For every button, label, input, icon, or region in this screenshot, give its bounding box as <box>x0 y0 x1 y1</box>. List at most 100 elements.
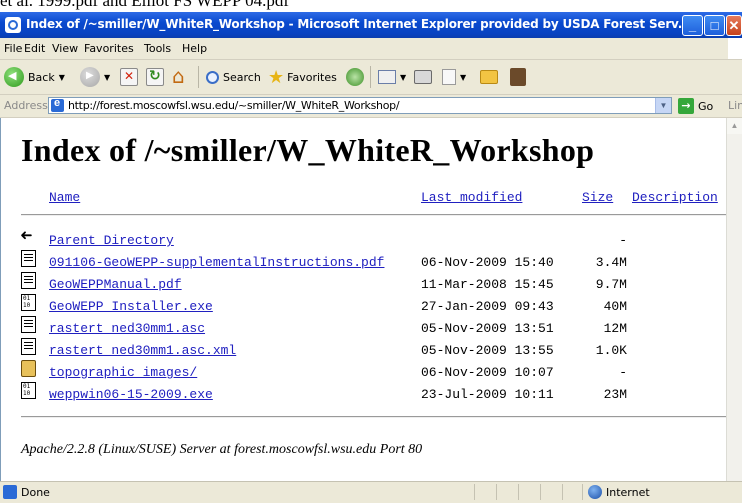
mail-icon <box>378 70 396 84</box>
home-button[interactable] <box>172 64 190 89</box>
address-field[interactable]: http://forest.moscowfsl.wsu.edu/~smiller… <box>48 97 672 114</box>
file-date: 06-Nov-2009 15:40 <box>421 255 554 270</box>
menu-favorites[interactable]: Favorites <box>84 42 134 55</box>
address-bar: Address http://forest.moscowfsl.wsu.edu/… <box>0 95 742 118</box>
file-link[interactable]: 091106-GeoWEPP-supplementalInstructions.… <box>49 255 384 270</box>
print-icon <box>414 70 432 84</box>
refresh-button[interactable] <box>146 65 164 89</box>
status-pane-divider <box>496 484 497 500</box>
refresh-icon <box>146 68 164 86</box>
file-link[interactable]: rastert_ned30mm1.asc.xml <box>49 343 236 358</box>
folder-link[interactable]: topographic_images/ <box>49 365 197 380</box>
background-document-line: et al. 1999.pdf and Elliot FS WEPP 04.pd… <box>0 0 289 10</box>
page-status-icon <box>3 485 17 499</box>
search-label: Search <box>223 70 261 84</box>
address-dropdown-icon[interactable]: ▼ <box>655 98 671 113</box>
file-size: 23M <box>603 387 627 402</box>
close-button[interactable]: ✕ <box>726 15 742 36</box>
folder-button[interactable] <box>480 65 498 89</box>
mail-dropdown-icon[interactable]: ▼ <box>400 73 406 82</box>
minimize-button[interactable]: _ <box>682 15 703 36</box>
forward-button[interactable]: ▼ <box>80 65 110 89</box>
favorites-button[interactable]: ★ Favorites <box>268 65 337 89</box>
server-signature: Apache/2.2.8 (Linux/SUSE) Server at fore… <box>21 442 423 457</box>
text-file-icon <box>21 250 36 267</box>
forward-dropdown-icon[interactable]: ▼ <box>104 73 110 82</box>
title-bar[interactable]: Index of /~smiller/W_WhiteR_Workshop - M… <box>0 12 742 38</box>
background-document-text: et al. 1999.pdf and Elliot FS WEPP 04.pd… <box>0 0 742 12</box>
stop-icon <box>120 68 138 86</box>
vertical-scrollbar[interactable]: ▲ <box>726 118 742 481</box>
file-date: 05-Nov-2009 13:51 <box>421 321 554 336</box>
menu-view[interactable]: View <box>52 42 78 55</box>
text-file-icon <box>21 338 36 355</box>
file-link[interactable]: GeoWEPP_Installer.exe <box>49 299 213 314</box>
file-link[interactable]: GeoWEPPManual.pdf <box>49 277 182 292</box>
search-button[interactable]: Search <box>206 65 261 89</box>
status-pane-divider <box>540 484 541 500</box>
list-item: rastert_ned30mm1.asc 05-Nov-2009 13:51 1… <box>21 316 726 342</box>
menu-help[interactable]: Help <box>182 42 207 55</box>
edit-dropdown-icon[interactable]: ▼ <box>460 73 466 82</box>
parent-directory-link[interactable]: Parent Directory <box>49 233 174 248</box>
edit-button[interactable]: ▼ <box>442 65 466 89</box>
binary-file-icon <box>21 294 36 311</box>
status-pane-divider <box>474 484 475 500</box>
list-item: GeoWEPPManual.pdf 11-Mar-2008 15:45 9.7M <box>21 272 726 298</box>
menu-edit[interactable]: Edit <box>24 42 45 55</box>
links-label[interactable]: Links <box>728 99 742 112</box>
column-header-description[interactable]: Description <box>632 190 718 205</box>
window-title: Index of /~smiller/W_WhiteR_Workshop - M… <box>26 17 691 31</box>
menu-tools[interactable]: Tools <box>144 42 171 55</box>
list-item: Parent Directory - <box>21 232 726 254</box>
file-size: 3.4M <box>595 255 627 270</box>
edit-page-icon <box>442 69 456 85</box>
page-heading: Index of /~smiller/W_WhiteR_Workshop <box>21 132 595 168</box>
file-size: 40M <box>603 299 627 314</box>
toolbar-separator <box>198 66 199 88</box>
research-icon <box>510 68 526 86</box>
menu-file[interactable]: File <box>4 42 22 55</box>
file-date: 05-Nov-2009 13:55 <box>421 343 554 358</box>
file-size: 12M <box>603 321 627 336</box>
go-arrow-icon: → <box>678 98 694 114</box>
address-url[interactable]: http://forest.moscowfsl.wsu.edu/~smiller… <box>68 99 400 112</box>
maximize-button[interactable]: □ <box>704 15 725 36</box>
column-header-size[interactable]: Size <box>582 190 613 205</box>
status-pane-divider <box>582 484 583 500</box>
file-link[interactable]: weppwin06-15-2009.exe <box>49 387 213 402</box>
column-header-last-modified[interactable]: Last modified <box>421 190 522 205</box>
footer-divider <box>21 416 726 418</box>
history-icon <box>346 68 364 86</box>
go-button[interactable]: → Go <box>678 97 713 115</box>
back-button[interactable]: Back ▼ <box>4 65 65 89</box>
file-date: 11-Mar-2008 15:45 <box>421 277 554 292</box>
back-dropdown-icon[interactable]: ▼ <box>59 73 65 82</box>
scroll-up-arrow-icon[interactable]: ▲ <box>727 118 742 134</box>
status-pane-divider <box>562 484 563 500</box>
folder-icon <box>21 360 36 377</box>
search-icon <box>206 70 219 84</box>
history-button[interactable] <box>346 65 364 89</box>
header-divider <box>21 214 726 216</box>
mail-button[interactable]: ▼ <box>378 65 406 89</box>
address-label: Address <box>4 99 48 112</box>
print-button[interactable] <box>414 65 432 89</box>
home-icon <box>172 64 190 88</box>
file-link[interactable]: rastert_ned30mm1.asc <box>49 321 205 336</box>
favorites-star-icon: ★ <box>268 66 285 88</box>
back-arrow-icon <box>4 67 24 87</box>
research-button[interactable] <box>510 65 526 89</box>
list-item: topographic_images/ 06-Nov-2009 10:07 - <box>21 360 726 386</box>
status-text: Done <box>21 486 50 499</box>
text-file-icon <box>21 272 36 289</box>
status-bar: Done Internet <box>0 481 742 503</box>
ie-app-icon[interactable] <box>5 17 21 33</box>
browser-window: Index of /~smiller/W_WhiteR_Workshop - M… <box>0 12 742 503</box>
file-size: - <box>619 365 627 380</box>
column-header-name[interactable]: Name <box>49 190 80 205</box>
file-size: - <box>619 233 627 248</box>
stop-button[interactable] <box>120 65 138 89</box>
windows-logo-icon <box>728 38 742 59</box>
list-item: weppwin06-15-2009.exe 23-Jul-2009 10:11 … <box>21 382 726 408</box>
